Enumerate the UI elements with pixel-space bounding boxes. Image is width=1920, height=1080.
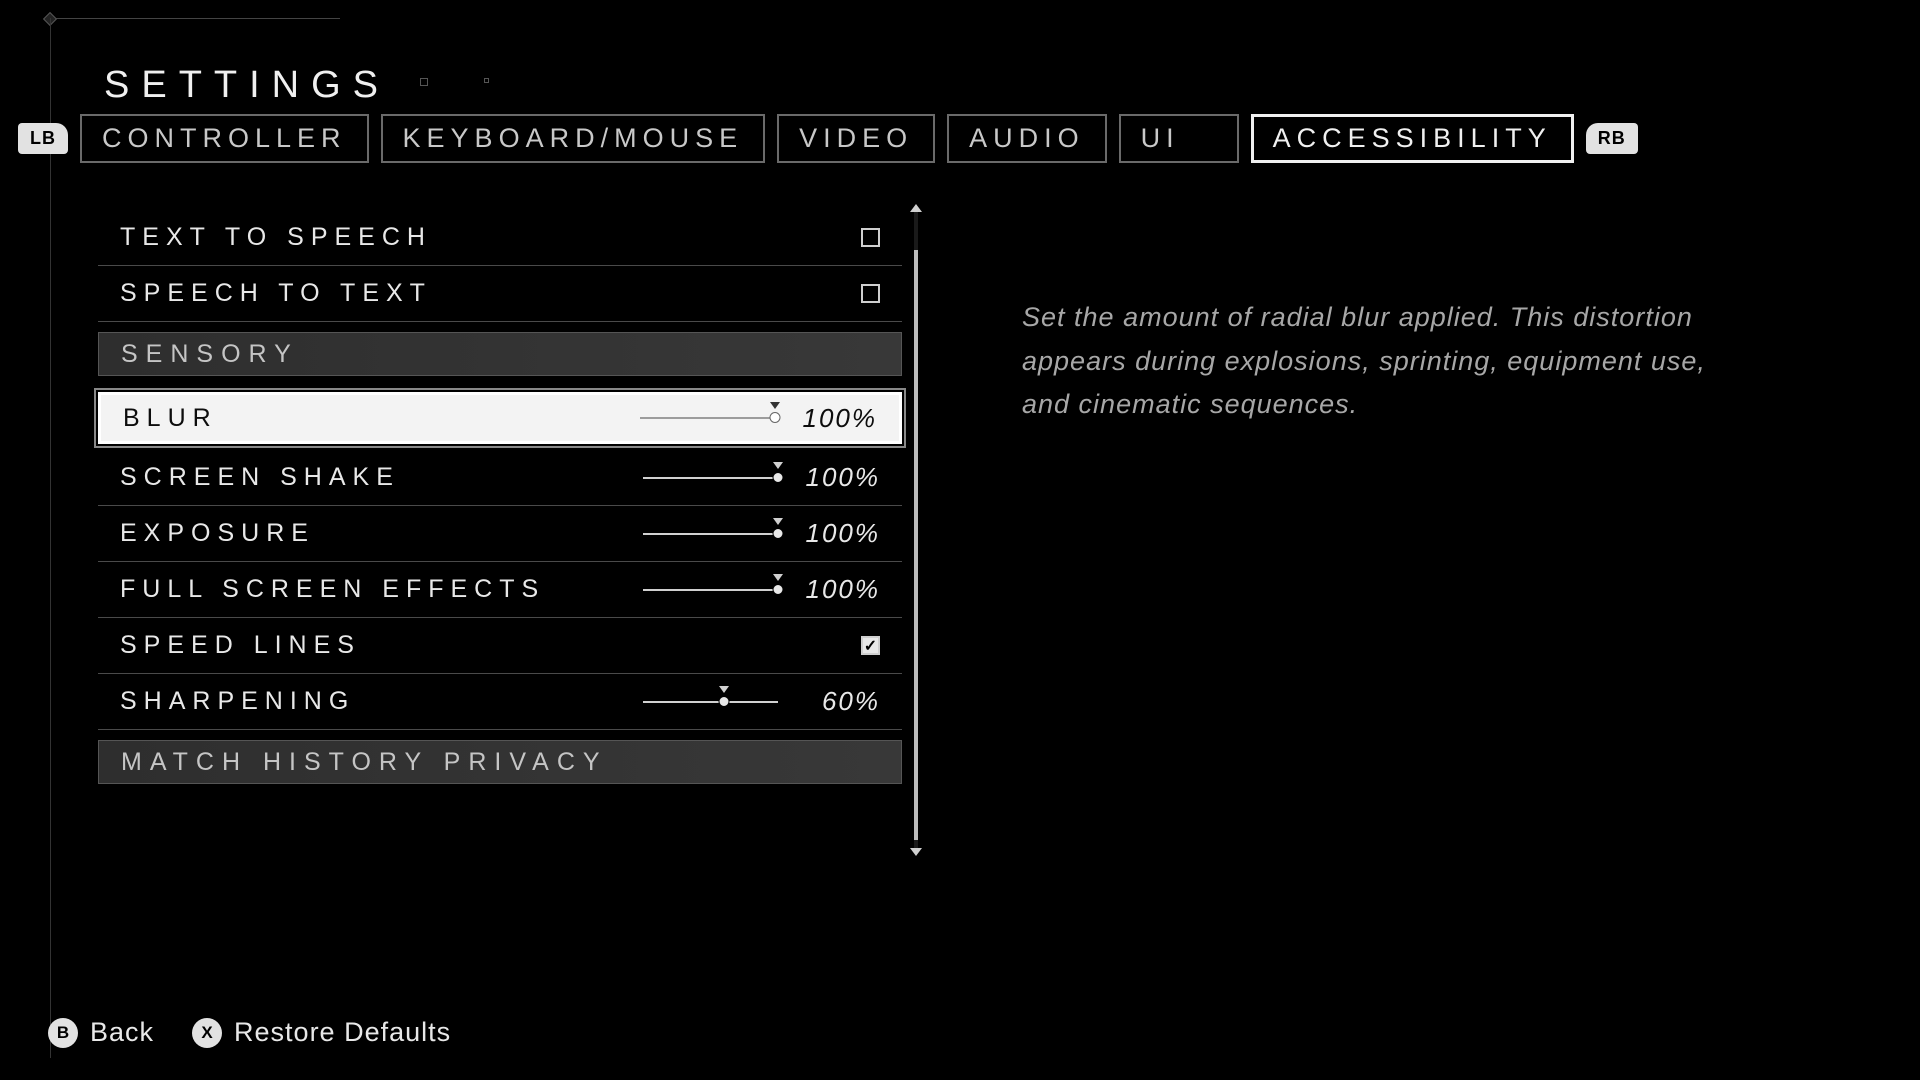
restore-label: Restore Defaults (234, 1017, 451, 1048)
slider-value: 100% (794, 462, 880, 493)
back-button[interactable]: B Back (48, 1017, 154, 1048)
decorative-line (50, 18, 340, 19)
settings-panel: TEXT TO SPEECH SPEECH TO TEXT SENSORY BLUR 1… (98, 210, 918, 850)
setting-exposure[interactable]: EXPOSURE 100% (98, 506, 902, 562)
slider-track[interactable] (640, 408, 775, 428)
setting-label: SENSORY (121, 340, 299, 369)
slider-knob[interactable] (773, 472, 784, 483)
scroll-down-icon[interactable] (910, 848, 922, 856)
tab-ui[interactable]: UI (1119, 114, 1239, 163)
decorative-dots (420, 78, 489, 86)
checkbox[interactable] (861, 228, 880, 247)
setting-label: TEXT TO SPEECH (120, 223, 432, 252)
slider-track[interactable] (643, 524, 778, 544)
setting-screenshake[interactable]: SCREEN SHAKE 100% (98, 450, 902, 506)
setting-sensory: SENSORY (98, 332, 902, 376)
slider-knob[interactable] (773, 528, 784, 539)
setting-label: SHARPENING (120, 687, 355, 716)
slider-track[interactable] (643, 468, 778, 488)
checkbox[interactable] (861, 284, 880, 303)
slider-control[interactable]: 100% (640, 403, 877, 434)
tabs-row: LB CONTROLLERKEYBOARD/MOUSEVIDEOAUDIOUIA… (18, 114, 1902, 163)
slider-value: 100% (791, 403, 877, 434)
b-button-icon: B (48, 1018, 78, 1048)
setting-fse[interactable]: FULL SCREEN EFFECTS 100% (98, 562, 902, 618)
setting-label: EXPOSURE (120, 519, 315, 548)
setting-label: BLUR (123, 404, 218, 433)
x-button-icon: X (192, 1018, 222, 1048)
setting-label: FULL SCREEN EFFECTS (120, 575, 545, 604)
slider-value: 60% (794, 686, 880, 717)
page-title: SETTINGS (104, 64, 390, 107)
setting-description: Set the amount of radial blur applied. T… (1022, 296, 1742, 427)
slider-value: 100% (794, 574, 880, 605)
back-label: Back (90, 1017, 154, 1048)
rb-bumper-icon[interactable]: RB (1586, 123, 1638, 154)
slider-knob[interactable] (719, 696, 730, 707)
slider-control[interactable]: 100% (643, 462, 880, 493)
scroll-up-icon[interactable] (910, 204, 922, 212)
setting-label: SCREEN SHAKE (120, 463, 400, 492)
setting-label: SPEED LINES (120, 631, 361, 660)
checkbox[interactable]: ✓ (861, 636, 880, 655)
tab-audio[interactable]: AUDIO (947, 114, 1107, 163)
scrollbar[interactable] (914, 210, 918, 850)
decorative-line (50, 18, 51, 1058)
setting-privacy: MATCH HISTORY PRIVACY (98, 740, 902, 784)
setting-tts[interactable]: TEXT TO SPEECH (98, 210, 902, 266)
setting-label: MATCH HISTORY PRIVACY (121, 748, 608, 777)
scrollbar-thumb[interactable] (914, 250, 918, 840)
slider-knob[interactable] (773, 584, 784, 595)
lb-bumper-icon[interactable]: LB (18, 123, 68, 154)
settings-list: TEXT TO SPEECH SPEECH TO TEXT SENSORY BLUR 1… (98, 210, 902, 850)
tab-kbm[interactable]: KEYBOARD/MOUSE (381, 114, 766, 163)
setting-sharpen[interactable]: SHARPENING 60% (98, 674, 902, 730)
setting-blur[interactable]: BLUR 100% (98, 392, 902, 444)
restore-defaults-button[interactable]: X Restore Defaults (192, 1017, 451, 1048)
setting-stt[interactable]: SPEECH TO TEXT (98, 266, 902, 322)
tab-controller[interactable]: CONTROLLER (80, 114, 369, 163)
setting-label: SPEECH TO TEXT (120, 279, 432, 308)
slider-value: 100% (794, 518, 880, 549)
tab-video[interactable]: VIDEO (777, 114, 935, 163)
setting-speedlines[interactable]: SPEED LINES ✓ (98, 618, 902, 674)
tab-accessibility[interactable]: ACCESSIBILITY (1251, 114, 1574, 163)
slider-track[interactable] (643, 580, 778, 600)
slider-control[interactable]: 60% (643, 686, 880, 717)
slider-knob[interactable] (770, 412, 781, 423)
slider-control[interactable]: 100% (643, 518, 880, 549)
footer: B Back X Restore Defaults (48, 1017, 451, 1048)
slider-track[interactable] (643, 692, 778, 712)
slider-control[interactable]: 100% (643, 574, 880, 605)
